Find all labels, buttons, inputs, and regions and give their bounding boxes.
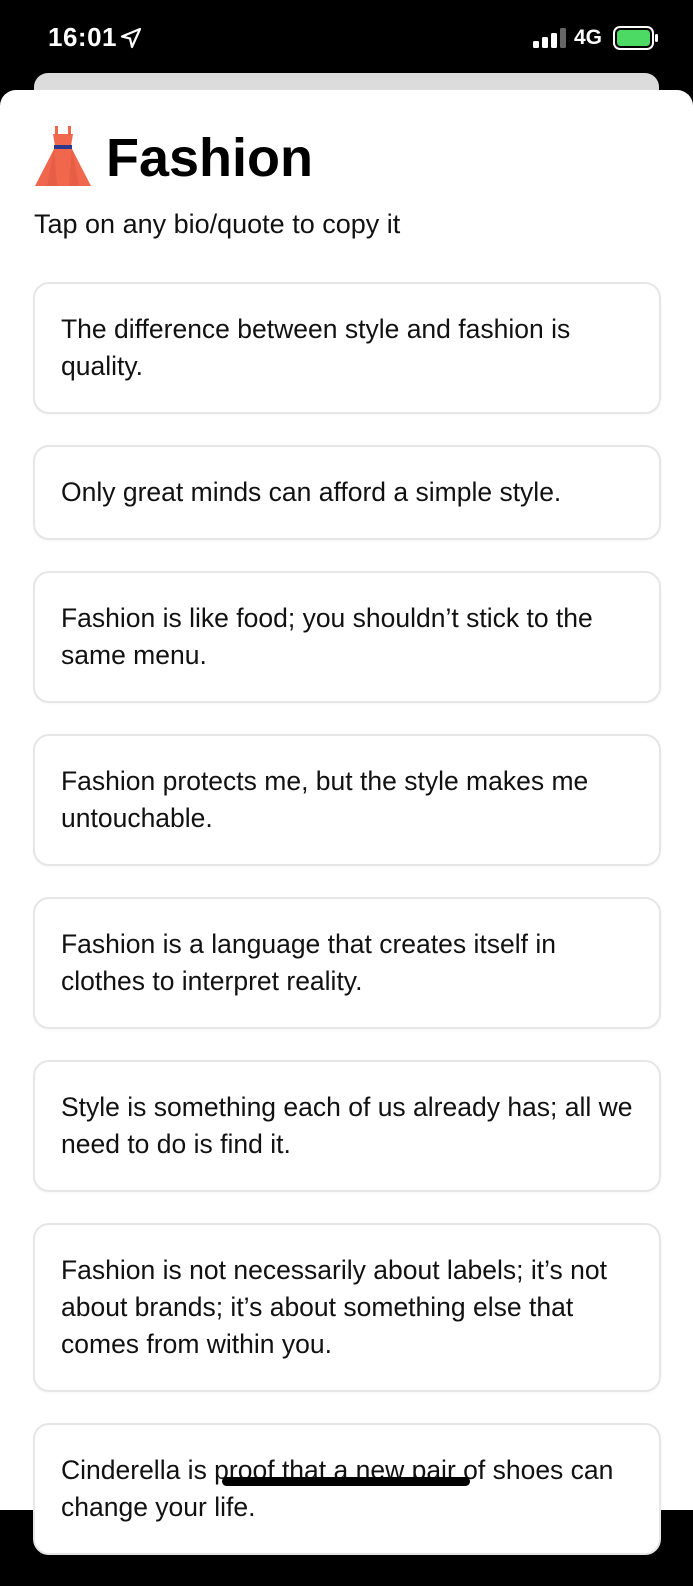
network-label: 4G <box>574 26 603 49</box>
quote-card[interactable]: Fashion is like food; you shouldn’t stic… <box>33 571 661 703</box>
status-time: 16:01 <box>48 22 117 52</box>
dress-icon <box>35 126 91 186</box>
quote-card[interactable]: Fashion is not necessarily about labels;… <box>33 1223 661 1392</box>
battery-icon <box>613 26 658 50</box>
quote-card[interactable]: Fashion protects me, but the style makes… <box>33 734 661 866</box>
signal-icon <box>533 28 566 48</box>
quote-card[interactable]: Only great minds can afford a simple sty… <box>33 445 661 540</box>
quotes-sheet: Fashion Tap on any bio/quote to copy it … <box>0 90 693 1555</box>
home-indicator[interactable] <box>222 1477 470 1486</box>
quote-card[interactable]: Cinderella is proof that a new pair of s… <box>33 1423 661 1555</box>
quote-card[interactable]: Fashion is a language that creates itsel… <box>33 897 661 1029</box>
location-arrow-icon <box>120 27 142 49</box>
quote-card[interactable]: The difference between style and fashion… <box>33 282 661 414</box>
page-title: Fashion <box>106 128 314 188</box>
page-subtitle: Tap on any bio/quote to copy it <box>34 209 401 239</box>
status-bar: 16:01 4G <box>0 0 693 80</box>
quote-list: The difference between style and fashion… <box>33 282 661 1586</box>
quote-card[interactable]: Style is something each of us already ha… <box>33 1060 661 1192</box>
